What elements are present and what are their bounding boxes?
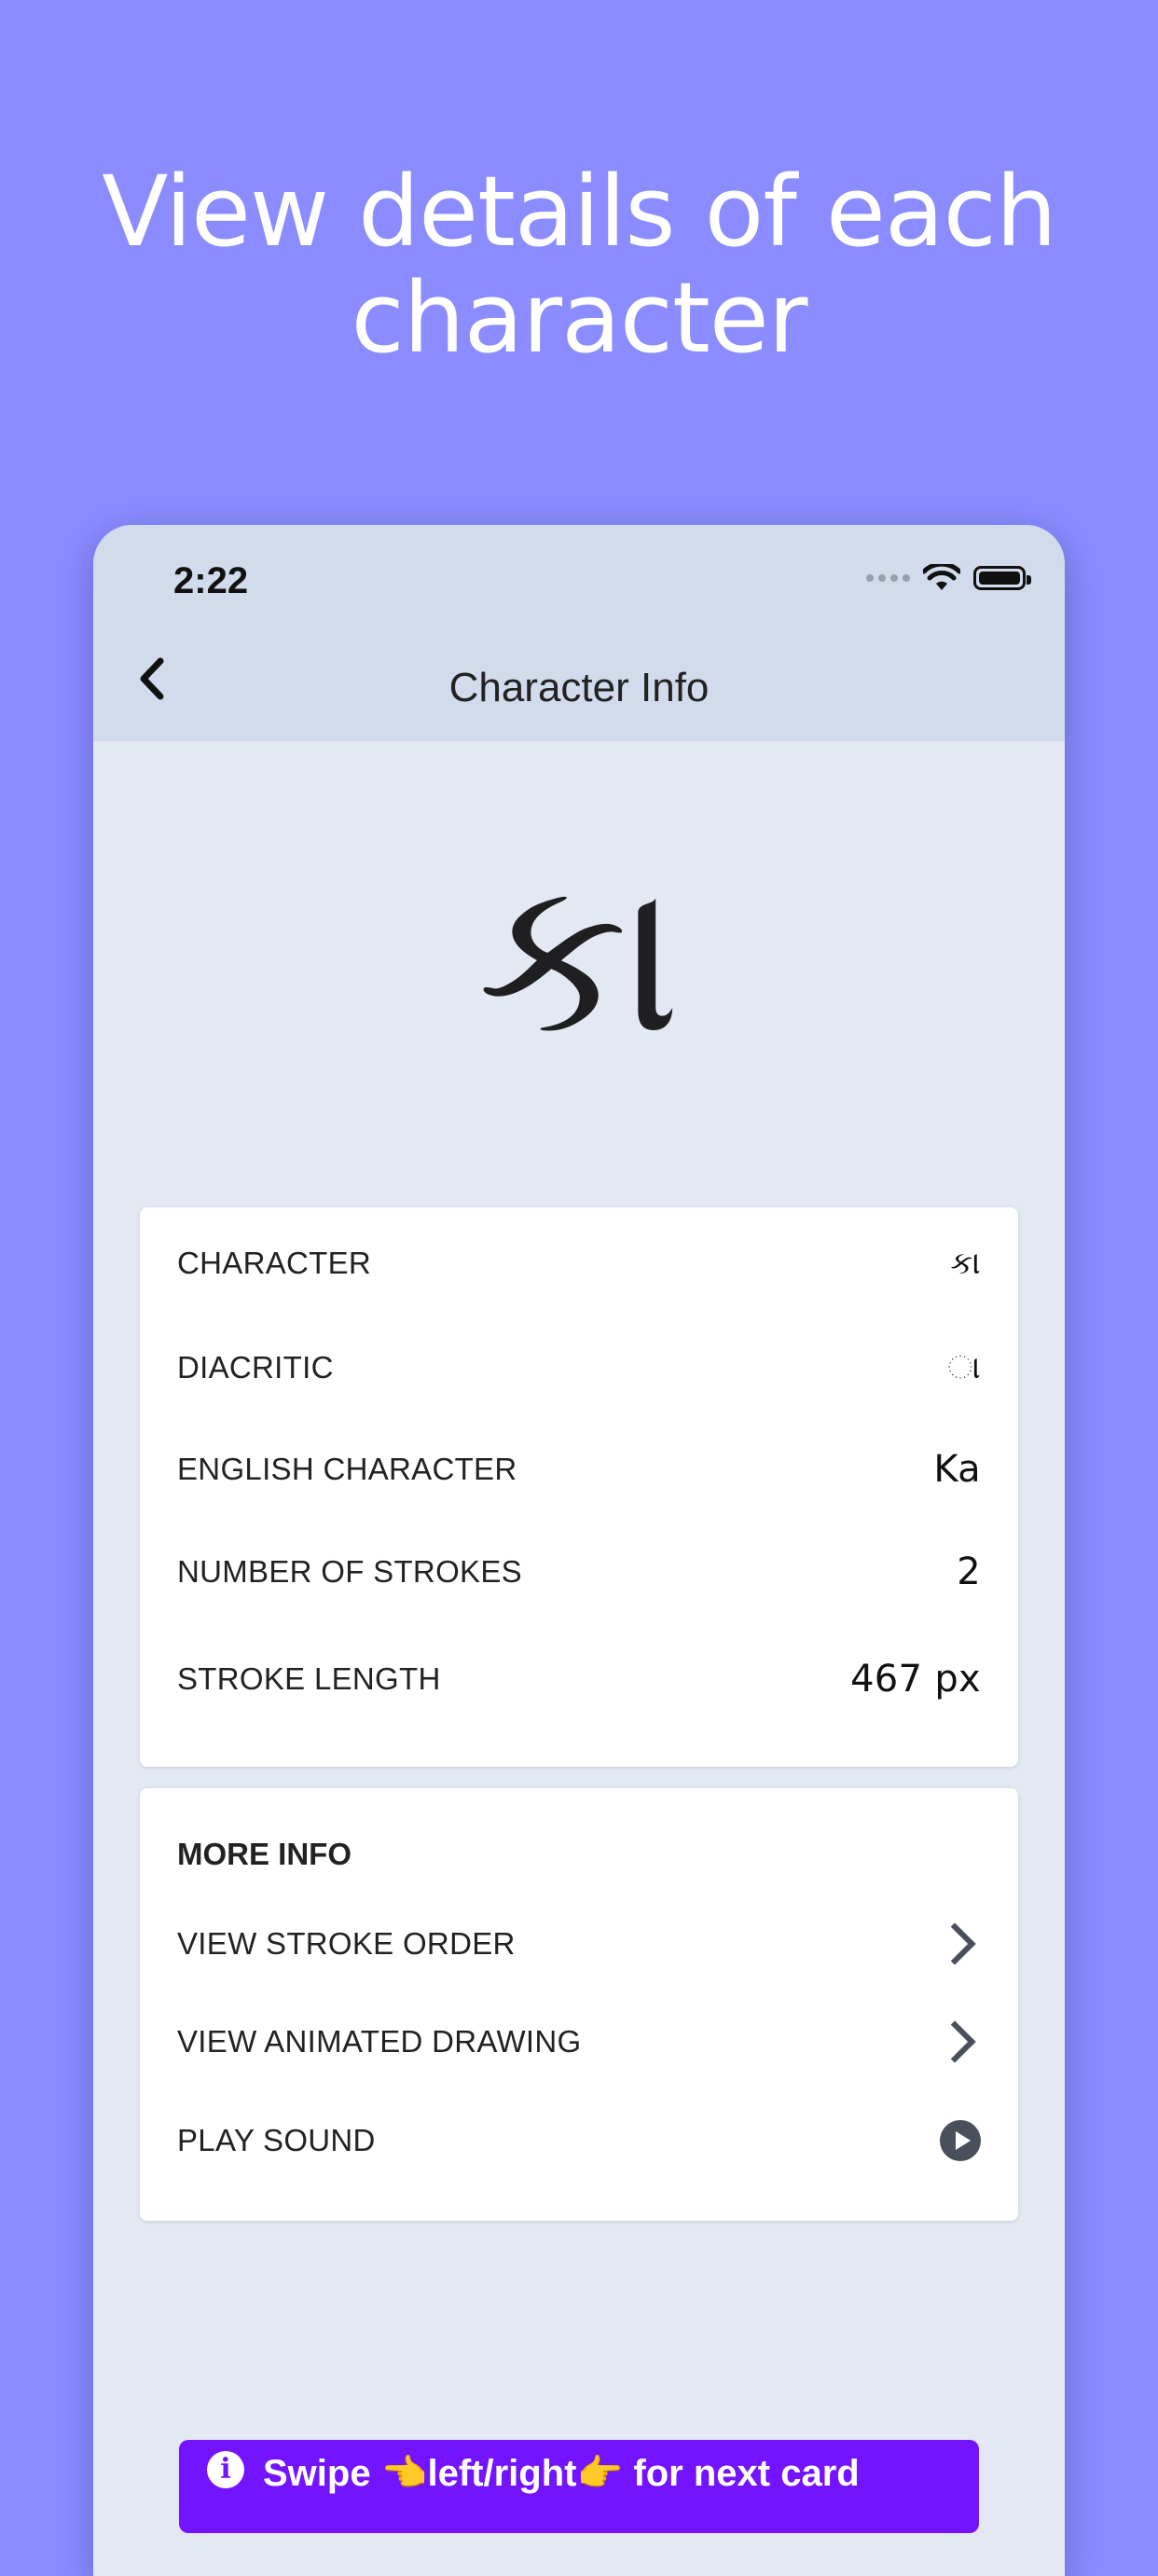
detail-value: ◌ા: [947, 1349, 981, 1386]
headline-line-2: character: [351, 261, 807, 375]
swipe-hint-banner: i Swipe 👈left/right👉 for next card: [179, 2440, 979, 2533]
more-info-title: MORE INFO: [177, 1837, 352, 1871]
detail-label: CHARACTER: [177, 1246, 372, 1280]
detail-value: Ka: [933, 1448, 981, 1491]
battery-icon: [973, 566, 1031, 590]
view-stroke-order-row[interactable]: VIEW STROKE ORDER: [177, 1922, 981, 1965]
row-label: PLAY SOUND: [177, 2123, 376, 2157]
row-label: VIEW ANIMATED DRAWING: [177, 2024, 582, 2059]
detail-row-stroke-length: STROKE LENGTH 467 px: [177, 1658, 981, 1701]
status-time: 2:22: [173, 560, 249, 601]
detail-value: કા: [950, 1245, 981, 1282]
hero-character: કા: [476, 833, 682, 1081]
play-sound-row[interactable]: PLAY SOUND: [177, 2120, 981, 2161]
chevron-right-icon: [933, 1922, 976, 1965]
detail-label: ENGLISH CHARACTER: [177, 1452, 517, 1486]
chevron-right-icon: [933, 2020, 976, 2063]
view-animated-drawing-row[interactable]: VIEW ANIMATED DRAWING: [177, 2020, 981, 2063]
detail-label: STROKE LENGTH: [177, 1661, 441, 1696]
phone-screen: 2:22 Character Info કા CHARACTER કા DIAC…: [93, 525, 1065, 2576]
detail-row-character: CHARACTER કા: [177, 1245, 981, 1282]
marketing-headline: View details of each character: [0, 158, 1158, 371]
details-card: CHARACTER કા DIACRITIC ◌ા ENGLISH CHARAC…: [140, 1207, 1018, 1767]
swipe-hint-text: Swipe 👈left/right👉 for next card: [263, 2453, 860, 2494]
page-title: Character Info: [448, 665, 710, 710]
detail-value: 467 px: [850, 1658, 981, 1701]
detail-value: 2: [957, 1550, 981, 1593]
more-info-card: MORE INFO VIEW STROKE ORDER VIEW ANIMATE…: [140, 1788, 1018, 2221]
status-icons: [866, 564, 1031, 592]
row-label: VIEW STROKE ORDER: [177, 1926, 516, 1961]
detail-label: DIACRITIC: [177, 1350, 334, 1384]
headline-line-1: View details of each: [102, 155, 1057, 269]
info-icon: i: [207, 2451, 244, 2488]
detail-row-diacritic: DIACRITIC ◌ા: [177, 1349, 981, 1386]
detail-row-number-of-strokes: NUMBER OF STROKES 2: [177, 1550, 981, 1593]
play-icon[interactable]: [940, 2120, 981, 2161]
wifi-icon: [923, 564, 960, 590]
cellular-signal-icon: [866, 574, 910, 582]
navigation-header: 2:22 Character Info: [93, 525, 1065, 741]
detail-row-english-character: ENGLISH CHARACTER Ka: [177, 1448, 981, 1491]
detail-label: NUMBER OF STROKES: [177, 1554, 522, 1589]
